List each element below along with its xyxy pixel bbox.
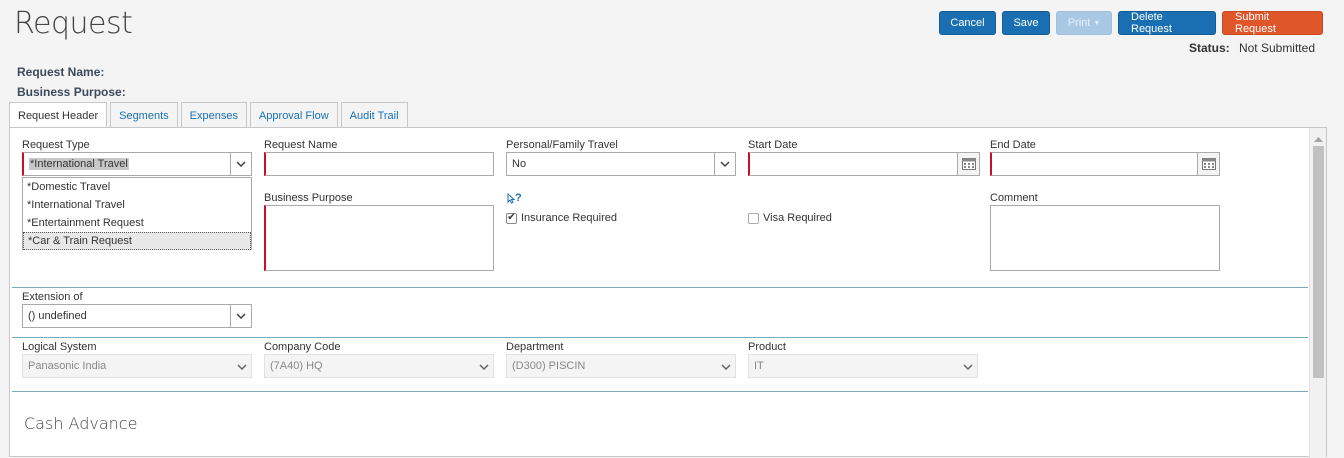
checkmark-icon: ✔: [506, 212, 517, 224]
product-value: IT: [754, 360, 764, 372]
logical-system-select: Panasonic India: [22, 354, 252, 378]
business-purpose-summary-label: Business Purpose:: [17, 85, 126, 99]
caret-down-icon: ▼: [1093, 19, 1101, 27]
print-button-label: Print: [1067, 17, 1091, 29]
logical-system-label: Logical System: [22, 341, 97, 353]
request-type-label: Request Type: [22, 139, 90, 151]
personal-family-travel-select[interactable]: No: [506, 152, 736, 176]
chevron-down-icon: [721, 361, 731, 373]
chevron-down-icon: [230, 305, 251, 327]
logical-system-value: Panasonic India: [28, 360, 107, 372]
chevron-down-icon: [963, 361, 973, 373]
company-code-select: (7A40) HQ: [264, 354, 494, 378]
start-date-input[interactable]: [748, 152, 980, 176]
checkbox-empty-icon: [748, 212, 759, 224]
end-date-label: End Date: [990, 139, 1036, 151]
company-code-label: Company Code: [264, 341, 341, 353]
request-name-input[interactable]: [264, 152, 494, 176]
cash-advance-section-title: Cash Advance: [24, 414, 138, 433]
product-label: Product: [748, 341, 786, 353]
extension-of-value: () undefined: [28, 310, 87, 322]
scrollbar-thumb[interactable]: [1313, 146, 1324, 378]
status-label: Status:: [1188, 41, 1230, 55]
request-name-summary-label: Request Name:: [17, 65, 105, 79]
help-icon[interactable]: ?: [507, 192, 522, 204]
end-date-input[interactable]: [990, 152, 1220, 176]
request-name-label: Request Name: [264, 139, 338, 151]
status-value: Not Submitted: [1238, 41, 1315, 55]
dropdown-option-international-travel[interactable]: *International Travel: [23, 196, 251, 214]
start-date-label: Start Date: [748, 139, 798, 151]
save-button[interactable]: Save: [1002, 11, 1050, 35]
dropdown-option-domestic-travel[interactable]: *Domestic Travel: [23, 178, 251, 196]
calendar-icon[interactable]: [957, 153, 979, 175]
section-divider: [12, 337, 1308, 338]
visa-required-checkbox[interactable]: Visa Required: [748, 212, 832, 224]
comment-label: Comment: [990, 192, 1038, 204]
chevron-down-icon: [237, 361, 247, 373]
department-value: (D300) PISCIN: [512, 360, 586, 372]
status-row: Status: Not Submitted: [1189, 41, 1315, 55]
dropdown-option-entertainment-request[interactable]: *Entertainment Request: [23, 214, 251, 232]
help-icon-glyph: ?: [515, 192, 522, 204]
vertical-scrollbar[interactable]: [1309, 128, 1326, 458]
tab-approval-flow[interactable]: Approval Flow: [249, 102, 338, 128]
scroll-up-arrow-icon[interactable]: [1314, 133, 1323, 145]
submit-request-button[interactable]: Submit Request: [1222, 11, 1323, 35]
department-label: Department: [506, 341, 564, 353]
tab-expenses[interactable]: Expenses: [180, 102, 247, 128]
chevron-down-icon: [230, 153, 251, 175]
visa-required-label: Visa Required: [763, 212, 832, 224]
print-button[interactable]: Print ▼: [1056, 11, 1112, 35]
request-type-value: *International Travel: [29, 158, 129, 170]
toolbar: Cancel Save Print ▼ Delete Request Submi…: [939, 11, 1323, 35]
chevron-down-icon: [479, 361, 489, 373]
request-summary: Request Name: Business Purpose:: [17, 62, 126, 102]
department-select: (D300) PISCIN: [506, 354, 736, 378]
insurance-required-label: Insurance Required: [521, 212, 618, 224]
extension-of-label: Extension of: [22, 291, 83, 303]
section-divider: [12, 287, 1308, 288]
personal-family-travel-label: Personal/Family Travel: [506, 139, 618, 151]
tab-segments[interactable]: Segments: [110, 102, 178, 128]
request-type-select[interactable]: *International Travel: [22, 152, 252, 176]
cancel-button[interactable]: Cancel: [939, 11, 996, 35]
chevron-down-icon: [714, 153, 735, 175]
product-select: IT: [748, 354, 978, 378]
request-header-panel: Request Type Request Name Personal/Famil…: [9, 127, 1327, 458]
business-purpose-label: Business Purpose: [264, 192, 353, 204]
business-purpose-textarea[interactable]: [264, 205, 494, 271]
section-divider: [12, 391, 1308, 392]
tab-request-header[interactable]: Request Header: [9, 102, 108, 129]
page-title: Request: [14, 6, 133, 41]
tab-bar: Request Header Segments Expenses Approva…: [9, 102, 408, 129]
insurance-required-checkbox[interactable]: ✔ Insurance Required: [506, 212, 617, 224]
personal-family-travel-value: No: [512, 158, 527, 170]
comment-textarea[interactable]: [990, 205, 1220, 271]
extension-of-select[interactable]: () undefined: [22, 304, 252, 328]
company-code-value: (7A40) HQ: [270, 360, 323, 372]
dropdown-option-car-train-request[interactable]: *Car & Train Request: [23, 232, 251, 250]
request-type-dropdown-list: *Domestic Travel *International Travel *…: [22, 177, 252, 250]
tab-audit-trail[interactable]: Audit Trail: [340, 102, 408, 128]
delete-request-button[interactable]: Delete Request: [1118, 11, 1216, 35]
calendar-icon[interactable]: [1197, 153, 1219, 175]
